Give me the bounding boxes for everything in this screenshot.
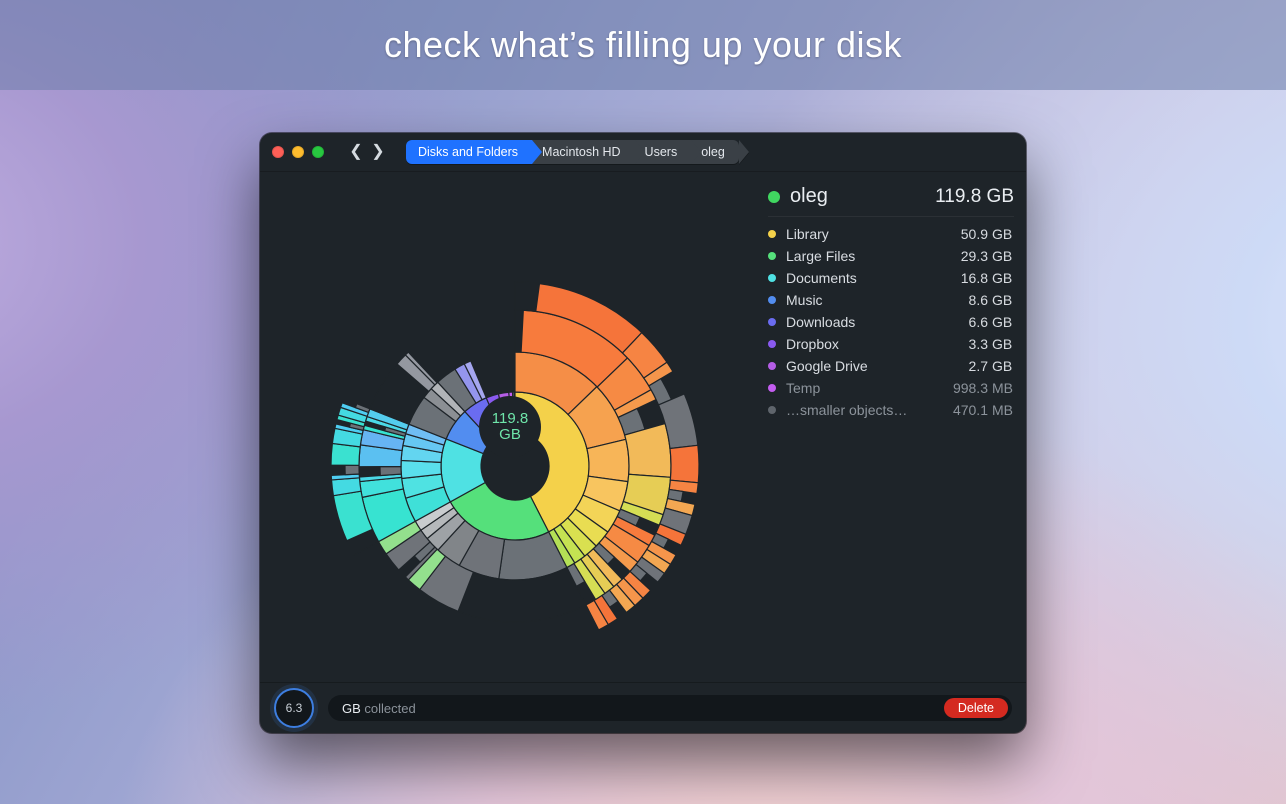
list-item[interactable]: Downloads 6.6GB <box>768 311 1014 333</box>
item-size: 2.7GB <box>969 358 1014 374</box>
color-dot <box>768 340 776 348</box>
item-name: …smaller objects… <box>786 402 907 418</box>
sunburst-chart[interactable]: 119.8 GB <box>260 171 760 683</box>
color-dot <box>768 230 776 238</box>
sunburst-container: 119.8 GB <box>260 171 760 683</box>
list-item[interactable]: Library 50.9GB <box>768 223 1014 245</box>
chart-center-unit: GB <box>499 427 521 443</box>
item-name: Temp <box>786 380 820 396</box>
item-name: Large Files <box>786 248 855 264</box>
details-panel: oleg 119.8 GB Library 50.9GB Large Files 29… <box>768 181 1014 421</box>
item-name: Dropbox <box>786 336 839 352</box>
item-name: Music <box>786 292 823 308</box>
collected-bar: GB collected Delete <box>328 695 1012 721</box>
breadcrumb-item[interactable]: Disks and Folders <box>406 140 532 164</box>
promo-headline: check what’s filling up your disk <box>384 24 902 66</box>
list-item[interactable]: Documents 16.8GB <box>768 267 1014 289</box>
zoom-icon[interactable] <box>312 146 324 158</box>
selection-dot <box>768 191 780 203</box>
chart-center-value: 119.8 <box>492 411 528 427</box>
item-size: 6.6GB <box>969 314 1014 330</box>
color-dot <box>768 406 776 414</box>
collected-value: 6.3 <box>286 701 303 715</box>
list-item[interactable]: Google Drive 2.7GB <box>768 355 1014 377</box>
list-item[interactable]: Large Files 29.3GB <box>768 245 1014 267</box>
color-dot <box>768 274 776 282</box>
collected-indicator[interactable]: 6.3 <box>274 688 314 728</box>
promo-banner: check what’s filling up your disk <box>0 0 1286 90</box>
collected-label: GB collected <box>342 701 416 716</box>
collected-unit: GB <box>342 701 361 716</box>
item-size: 16.8GB <box>961 270 1014 286</box>
item-list: Library 50.9GB Large Files 29.3GB Documents 1… <box>768 223 1014 421</box>
close-icon[interactable] <box>272 146 284 158</box>
list-item[interactable]: Music 8.6GB <box>768 289 1014 311</box>
color-dot <box>768 384 776 392</box>
forward-button[interactable]: ❯ <box>368 143 388 161</box>
chart-center-label: 119.8 GB <box>479 396 541 458</box>
history-nav: ❮ ❯ <box>346 143 388 161</box>
selection-size: 119.8 GB <box>935 186 1014 208</box>
list-item[interactable]: …smaller objects… 470.1MB <box>768 399 1014 421</box>
app-window: ❮ ❯ Disks and FoldersMacintosh HDUsersol… <box>260 133 1026 733</box>
delete-button[interactable]: Delete <box>944 698 1008 718</box>
item-name: Library <box>786 226 829 242</box>
panel-header: oleg 119.8 GB <box>768 181 1014 217</box>
item-size: 470.1MB <box>953 402 1014 418</box>
item-size: 998.3MB <box>953 380 1014 396</box>
item-name: Google Drive <box>786 358 868 374</box>
back-button[interactable]: ❮ <box>346 143 366 161</box>
list-item[interactable]: Temp 998.3MB <box>768 377 1014 399</box>
item-size: 3.3GB <box>969 336 1014 352</box>
color-dot <box>768 296 776 304</box>
minimize-icon[interactable] <box>292 146 304 158</box>
item-size: 50.9GB <box>961 226 1014 242</box>
footer-bar: 6.3 GB collected Delete <box>260 682 1026 733</box>
item-name: Documents <box>786 270 857 286</box>
window-controls <box>272 146 324 158</box>
list-item[interactable]: Dropbox 3.3GB <box>768 333 1014 355</box>
collected-word: collected <box>364 701 415 716</box>
selection-name: oleg <box>790 185 828 208</box>
color-dot <box>768 318 776 326</box>
item-size: 8.6GB <box>969 292 1014 308</box>
item-size: 29.3GB <box>961 248 1014 264</box>
window-content: 119.8 GB oleg 119.8 GB Library 50.9GB Larg… <box>260 171 1026 683</box>
titlebar: ❮ ❯ Disks and FoldersMacintosh HDUsersol… <box>260 133 1026 172</box>
item-name: Downloads <box>786 314 855 330</box>
color-dot <box>768 252 776 260</box>
color-dot <box>768 362 776 370</box>
breadcrumb: Disks and FoldersMacintosh HDUsersoleg <box>406 140 739 164</box>
